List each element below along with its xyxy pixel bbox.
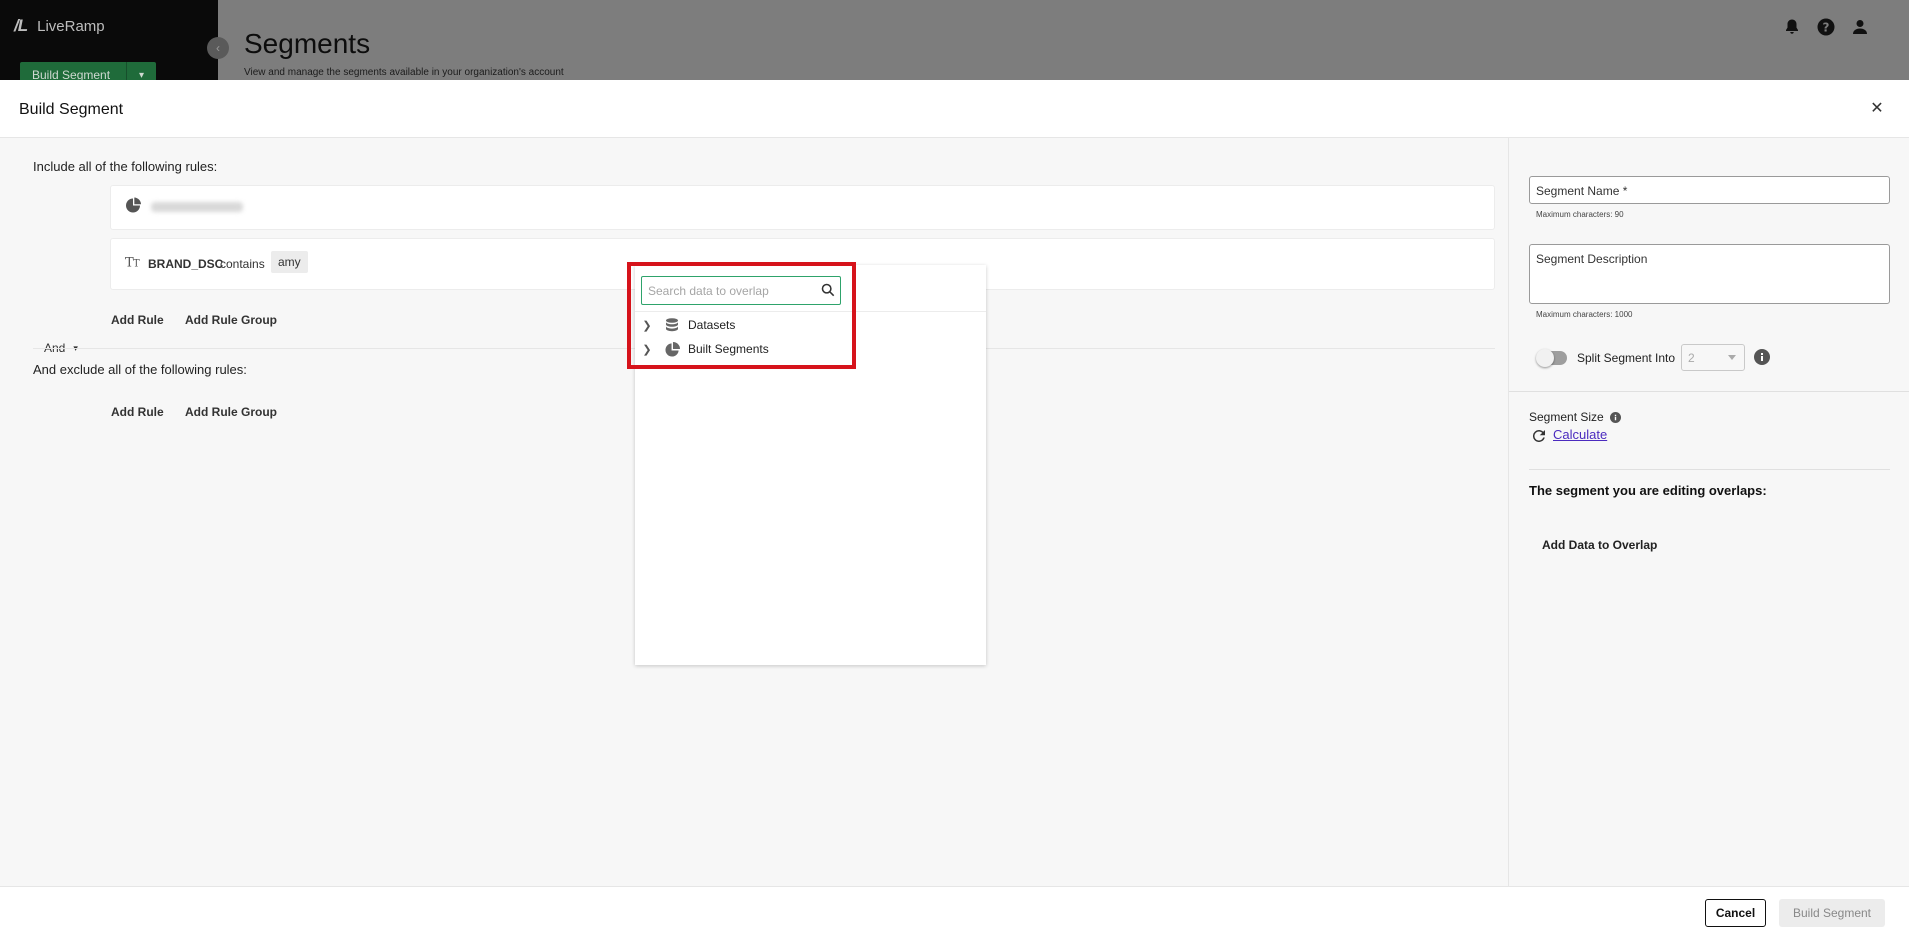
add-exclude-rule-button[interactable]: Add Rule [111, 405, 164, 419]
caret-down-icon [1728, 355, 1736, 360]
pie-chart-icon [664, 341, 680, 357]
add-data-to-overlap-button[interactable]: Add Data to Overlap [1542, 538, 1657, 552]
segment-size-label: Segment Size [1529, 410, 1621, 424]
svg-text:?: ? [1823, 21, 1830, 35]
modal-header: Build Segment ✕ [0, 80, 1909, 138]
page-subtitle: View and manage the segments available i… [244, 67, 564, 78]
info-icon[interactable] [1754, 349, 1770, 365]
build-segment-button[interactable]: Build Segment [1779, 899, 1885, 927]
segment-name-label: Segment Name * [1536, 184, 1628, 198]
search-icon[interactable] [821, 283, 835, 302]
include-rules-label: Include all of the following rules: [33, 159, 218, 174]
toggle-knob [1536, 349, 1554, 367]
page-title: Segments [244, 28, 371, 59]
tree-item-datasets[interactable]: ❯ Datasets [640, 315, 735, 335]
modal-footer: Cancel Build Segment [0, 886, 1909, 934]
user-icon[interactable] [1851, 18, 1869, 36]
segment-description-label: Segment Description [1536, 252, 1648, 266]
collapse-sidebar-icon[interactable]: ‹ [207, 37, 229, 59]
add-exclude-rule-group-button[interactable]: Add Rule Group [185, 405, 277, 419]
pie-chart-icon [125, 197, 141, 218]
dropdown-divider [635, 311, 986, 312]
size-divider [1529, 469, 1890, 470]
info-icon[interactable] [1609, 411, 1621, 423]
overlap-title: The segment you are editing overlaps: [1529, 483, 1767, 498]
rule-operator: contains [220, 257, 265, 271]
exclude-rules-label: And exclude all of the following rules: [33, 362, 247, 377]
modal-title: Build Segment [19, 101, 124, 118]
segment-description-hint: Maximum characters: 1000 [1536, 310, 1633, 319]
close-icon[interactable]: ✕ [1867, 98, 1887, 118]
refresh-icon[interactable] [1532, 429, 1547, 443]
tree-item-label: Built Segments [688, 342, 769, 356]
top-icons: ? [1783, 18, 1869, 36]
split-count-value: 2 [1688, 351, 1695, 365]
bell-icon[interactable] [1783, 18, 1801, 36]
overlap-search-input[interactable] [642, 277, 812, 304]
rule-field: BRAND_DSC [148, 257, 224, 271]
cancel-button[interactable]: Cancel [1705, 899, 1766, 927]
split-segment-toggle[interactable] [1536, 349, 1567, 367]
overlap-search-box[interactable] [641, 276, 841, 305]
segment-name-hint: Maximum characters: 90 [1536, 210, 1624, 219]
segment-name-field[interactable]: Segment Name * [1529, 176, 1890, 204]
calculate-link[interactable]: Calculate [1553, 427, 1607, 442]
database-icon [664, 317, 680, 333]
app-sidebar: /L LiveRamp Build Segment ▾ [0, 0, 218, 88]
segment-description-field[interactable]: Segment Description [1529, 244, 1890, 304]
logo-text: LiveRamp [37, 17, 105, 35]
text-type-icon: TT [125, 255, 143, 274]
chevron-right-icon[interactable]: ❯ [640, 319, 654, 332]
tree-item-label: Datasets [688, 318, 736, 332]
chevron-right-icon[interactable]: ❯ [640, 343, 654, 356]
help-icon[interactable]: ? [1817, 18, 1835, 36]
split-segment-label: Split Segment Into [1577, 351, 1676, 365]
svg-text:T: T [133, 259, 140, 269]
settings-divider [1509, 391, 1909, 392]
liveramp-logo: /L LiveRamp [14, 16, 105, 36]
add-rule-group-button[interactable]: Add Rule Group [185, 313, 277, 327]
add-rule-button[interactable]: Add Rule [111, 313, 164, 327]
blurred-segment-name [151, 202, 243, 212]
logo-mark: /L [14, 16, 28, 35]
segment-rule-card[interactable] [110, 185, 1495, 230]
segment-settings-pane: Segment Name * Maximum characters: 90 Se… [1508, 138, 1909, 886]
split-count-select[interactable]: 2 [1681, 344, 1745, 371]
segment-size-text: Segment Size [1529, 410, 1604, 424]
rule-value[interactable]: amy [271, 251, 308, 273]
tree-item-built-segments[interactable]: ❯ Built Segments [640, 339, 769, 359]
